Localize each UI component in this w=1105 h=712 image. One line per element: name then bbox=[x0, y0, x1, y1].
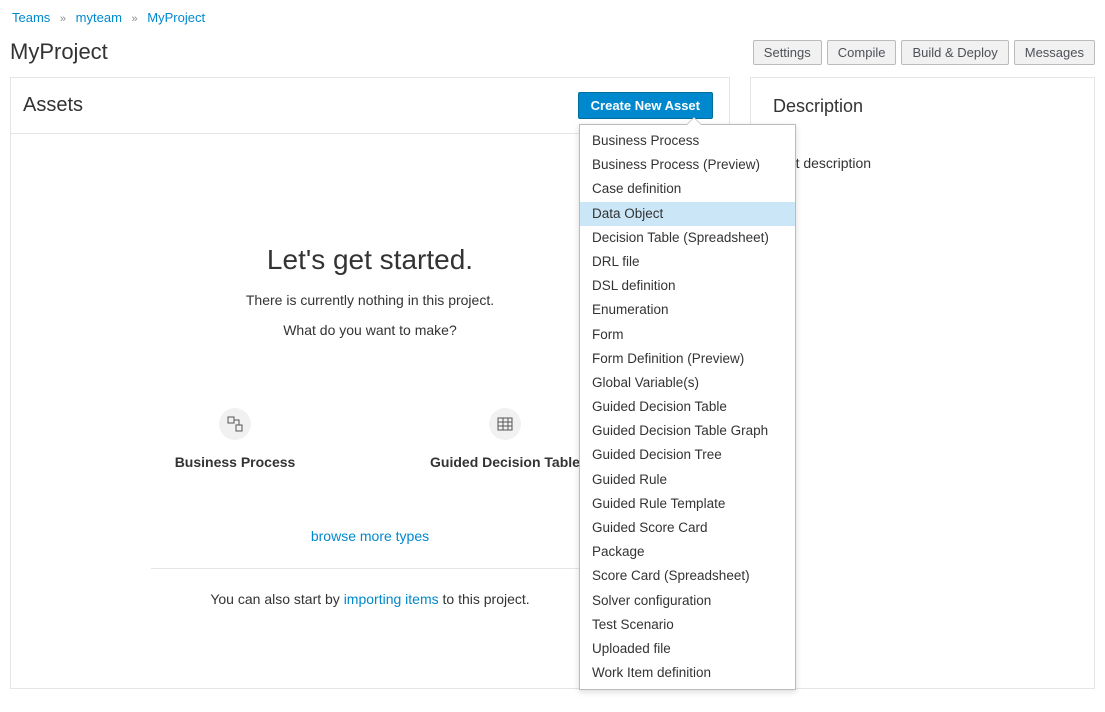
dropdown-item[interactable]: DSL definition bbox=[580, 274, 795, 298]
breadcrumb-separator: » bbox=[132, 13, 138, 25]
dropdown-item[interactable]: Business Process (Preview) bbox=[580, 153, 795, 177]
create-asset-dropdown: Business ProcessBusiness Process (Previe… bbox=[579, 124, 796, 690]
dropdown-item[interactable]: Data Object bbox=[580, 202, 795, 226]
assets-title: Assets bbox=[23, 94, 83, 117]
dropdown-item[interactable]: Uploaded file bbox=[580, 637, 795, 661]
compile-button[interactable]: Compile bbox=[827, 40, 897, 65]
breadcrumb-link-myteam[interactable]: myteam bbox=[76, 10, 122, 25]
breadcrumb-separator: » bbox=[60, 13, 66, 25]
dropdown-item[interactable]: Guided Decision Table bbox=[580, 395, 795, 419]
dropdown-item[interactable]: Score Card (Spreadsheet) bbox=[580, 564, 795, 588]
build-deploy-button[interactable]: Build & Deploy bbox=[901, 40, 1008, 65]
dropdown-item[interactable]: Solver configuration bbox=[580, 589, 795, 613]
dropdown-item[interactable]: Form bbox=[580, 323, 795, 347]
create-new-asset-button[interactable]: Create New Asset bbox=[578, 92, 713, 119]
dropdown-item[interactable]: Guided Rule bbox=[580, 468, 795, 492]
table-icon bbox=[489, 408, 521, 440]
page-title: MyProject bbox=[10, 39, 108, 65]
divider bbox=[151, 568, 589, 569]
import-prefix: You can also start by bbox=[210, 591, 343, 607]
quick-decision-table-label: Guided Decision Table bbox=[430, 454, 580, 470]
importing-items-link[interactable]: importing items bbox=[344, 591, 439, 607]
dropdown-item[interactable]: Decision Table (Spreadsheet) bbox=[580, 226, 795, 250]
dropdown-item[interactable]: Global Variable(s) bbox=[580, 371, 795, 395]
breadcrumb: Teams » myteam » MyProject bbox=[0, 0, 1105, 35]
description-panel: Description fault description bbox=[750, 77, 1095, 689]
assets-panel: Assets Create New Asset Business Process… bbox=[10, 77, 730, 689]
quick-decision-table[interactable]: Guided Decision Table bbox=[430, 408, 580, 470]
dropdown-item[interactable]: Package bbox=[580, 540, 795, 564]
dropdown-item[interactable]: Work Item definition bbox=[580, 661, 795, 685]
main-content: Assets Create New Asset Business Process… bbox=[0, 77, 1105, 689]
description-title: Description bbox=[773, 96, 1072, 117]
dropdown-item[interactable]: Guided Decision Tree bbox=[580, 443, 795, 467]
dropdown-item[interactable]: Form Definition (Preview) bbox=[580, 347, 795, 371]
dropdown-item[interactable]: DRL file bbox=[580, 250, 795, 274]
dropdown-item[interactable]: Enumeration bbox=[580, 298, 795, 322]
dropdown-item[interactable]: Business Process bbox=[580, 129, 795, 153]
breadcrumb-link-project[interactable]: MyProject bbox=[147, 10, 205, 25]
dropdown-item[interactable]: Test Scenario bbox=[580, 613, 795, 637]
dropdown-item[interactable]: Guided Score Card bbox=[580, 516, 795, 540]
description-text: fault description bbox=[773, 155, 1072, 171]
settings-button[interactable]: Settings bbox=[753, 40, 822, 65]
dropdown-item[interactable]: Case definition bbox=[580, 177, 795, 201]
process-icon bbox=[219, 408, 251, 440]
top-button-group: Settings Compile Build & Deploy Messages bbox=[753, 40, 1095, 65]
messages-button[interactable]: Messages bbox=[1014, 40, 1095, 65]
quick-business-process[interactable]: Business Process bbox=[160, 408, 310, 470]
dropdown-item[interactable]: Guided Decision Table Graph bbox=[580, 419, 795, 443]
dropdown-item[interactable]: Guided Rule Template bbox=[580, 492, 795, 516]
page-header: MyProject Settings Compile Build & Deplo… bbox=[0, 35, 1105, 77]
quick-business-process-label: Business Process bbox=[160, 454, 310, 470]
browse-more-link[interactable]: browse more types bbox=[311, 528, 429, 544]
breadcrumb-link-teams[interactable]: Teams bbox=[12, 10, 50, 25]
import-suffix: to this project. bbox=[439, 591, 530, 607]
